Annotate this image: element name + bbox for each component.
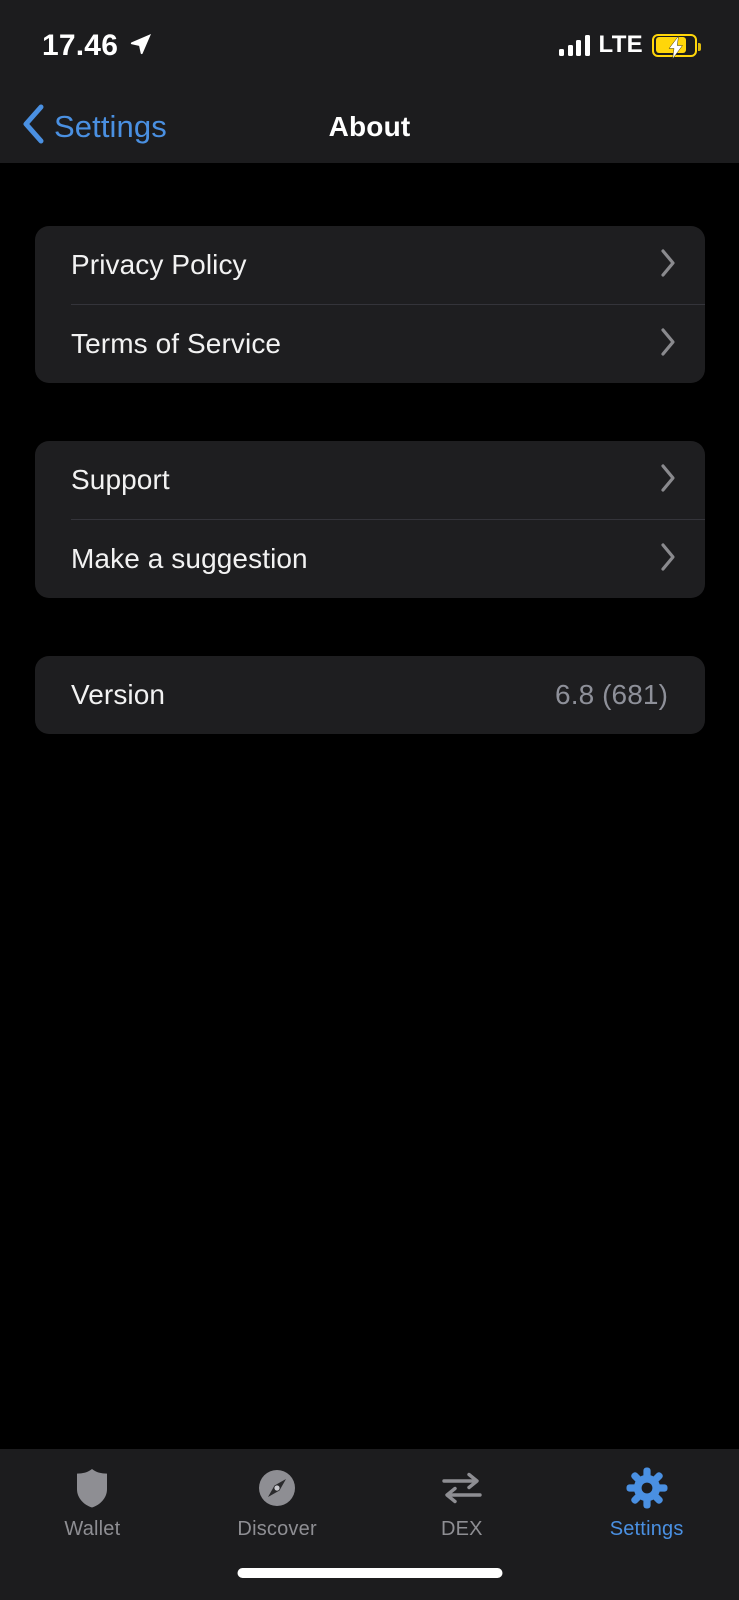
tab-bar: Wallet Discover DEX Settings	[0, 1449, 739, 1600]
tab-dex[interactable]: DEX	[370, 1467, 555, 1541]
swap-arrows-icon	[440, 1467, 484, 1509]
tab-label: Settings	[609, 1518, 684, 1540]
signal-bars-icon	[559, 34, 590, 56]
shield-icon	[73, 1467, 111, 1509]
list-item-label: Terms of Service	[71, 328, 282, 359]
status-bar-left: 17.46	[42, 29, 153, 61]
list-item-label: Version	[71, 679, 166, 710]
list-item-label: Privacy Policy	[71, 249, 247, 280]
chevron-left-icon	[20, 103, 46, 150]
list-item-terms-of-service[interactable]: Terms of Service	[35, 305, 705, 383]
tab-label: Discover	[237, 1518, 317, 1540]
tab-label: Wallet	[64, 1518, 121, 1540]
app-screen: 17.46 LTE Settings About Privacy Policy …	[0, 0, 739, 1600]
compass-icon	[257, 1467, 297, 1509]
tab-discover[interactable]: Discover	[185, 1467, 370, 1541]
home-indicator[interactable]	[237, 1568, 502, 1578]
tab-label: DEX	[441, 1518, 483, 1540]
section-legal: Privacy Policy Terms of Service	[35, 226, 705, 383]
gear-icon	[626, 1467, 668, 1509]
list-item-label: Make a suggestion	[71, 543, 308, 574]
chevron-right-icon	[659, 542, 677, 577]
location-arrow-icon	[129, 31, 153, 60]
chevron-right-icon	[659, 248, 677, 283]
section-info: Version 6.8 (681)	[35, 656, 705, 734]
list-item-make-a-suggestion[interactable]: Make a suggestion	[35, 520, 705, 598]
chevron-right-icon	[659, 463, 677, 498]
version-value: 6.8 (681)	[555, 679, 668, 710]
tab-wallet[interactable]: Wallet	[0, 1467, 185, 1541]
tab-settings[interactable]: Settings	[554, 1467, 739, 1541]
network-type-label: LTE	[598, 31, 643, 58]
back-button-label: Settings	[54, 108, 167, 144]
status-bar: 17.46 LTE	[0, 0, 739, 90]
status-bar-right: LTE	[559, 31, 701, 59]
settings-content: Privacy Policy Terms of Service Support	[0, 163, 739, 1449]
navigation-bar: Settings About	[0, 90, 739, 163]
status-time: 17.46	[42, 29, 119, 62]
list-item-privacy-policy[interactable]: Privacy Policy	[35, 226, 705, 304]
list-item-support[interactable]: Support	[35, 441, 705, 519]
back-button[interactable]: Settings	[20, 90, 167, 163]
chevron-right-icon	[659, 327, 677, 362]
list-item-label: Support	[71, 464, 170, 495]
battery-charging-icon	[652, 33, 701, 59]
section-help: Support Make a suggestion	[35, 441, 705, 598]
list-item-version: Version 6.8 (681)	[35, 656, 705, 734]
